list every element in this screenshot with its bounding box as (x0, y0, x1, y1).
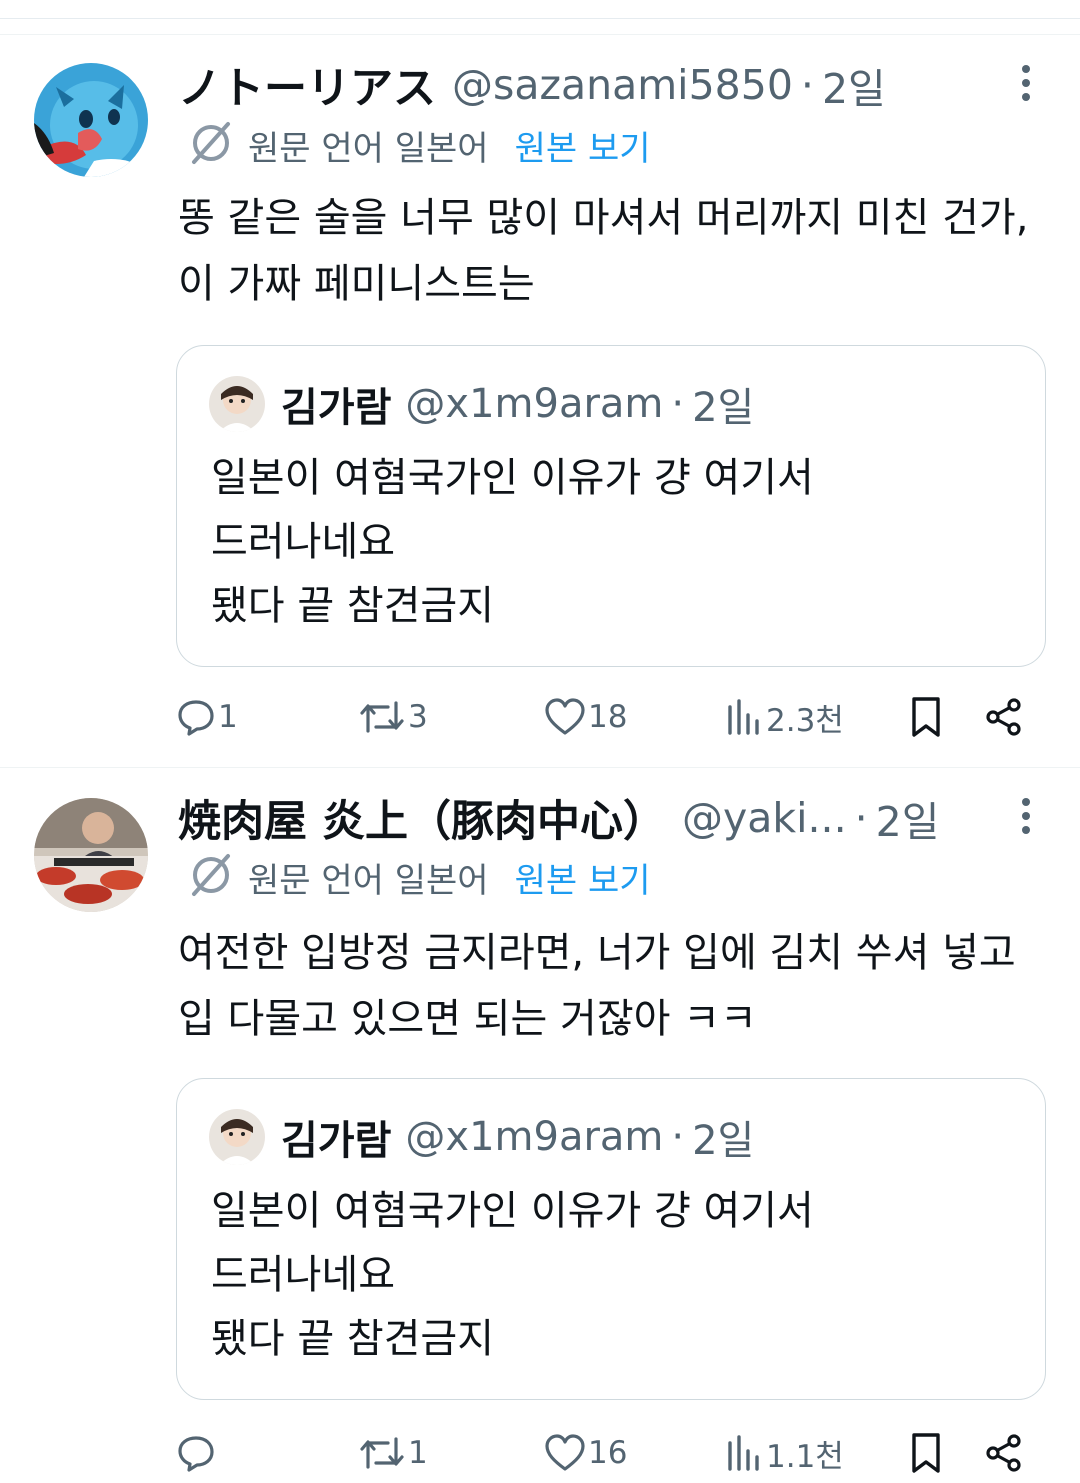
bookmark-icon (906, 1431, 946, 1475)
share-icon (984, 1433, 1024, 1473)
reply-icon (176, 1433, 216, 1473)
bookmark-button[interactable] (906, 687, 946, 747)
separator: · (671, 381, 685, 427)
reply-button[interactable] (176, 1423, 218, 1483)
tweet-header: 焼肉屋 炎上（豚肉中心） @yaki... · 2일 (178, 788, 1020, 848)
heart-icon (544, 1433, 586, 1473)
like-count: 18 (588, 699, 628, 735)
quoted-avatar (209, 376, 265, 432)
share-button[interactable] (984, 1423, 1024, 1483)
translation-note: 원문 언어 일본어 (248, 860, 489, 901)
quoted-text: 일본이 여혐국가인 이유가 걍 여기서 드러나네요 됐다 끝 참견금지 (211, 1179, 814, 1371)
tweet-text: 여전한 입방정 금지라면, 너가 입에 김치 쑤셔 넣고 입 다물고 있으면 되… (178, 930, 1016, 1042)
quoted-display-name: 김가람 (281, 385, 392, 431)
user-handle[interactable]: @yaki... (682, 794, 847, 842)
user-handle[interactable]: @sazanami5850 (452, 61, 793, 109)
tweet[interactable]: ノトーリアス @sazanami5850 · 2일 원문 언어 일본어 원본 보… (0, 35, 1080, 768)
action-bar: 1 16 1.1천 (176, 1423, 1046, 1483)
retweet-icon (358, 697, 406, 737)
quoted-tweet[interactable]: 김가람 @x1m9aram · 2일 일본이 여혐국가인 이유가 걍 여기서 드… (176, 1078, 1046, 1400)
translation-note: 원문 언어 일본어 (248, 128, 489, 169)
like-button[interactable]: 18 (544, 687, 627, 747)
views-button[interactable]: 2.3천 (724, 687, 844, 747)
view-count: 1.1천 (766, 1438, 844, 1475)
more-options-icon[interactable] (1020, 798, 1032, 838)
quoted-display-name: 김가람 (281, 1118, 392, 1164)
retweet-icon (358, 1433, 406, 1473)
action-bar: 1 3 18 2.3천 (176, 687, 1046, 747)
heart-icon (544, 697, 586, 737)
reply-icon (176, 697, 216, 737)
quoted-avatar (209, 1109, 265, 1165)
quoted-line: 됐다 끝 참견금지 (211, 583, 495, 629)
separator: · (854, 794, 868, 842)
more-options-icon[interactable] (1020, 65, 1032, 105)
tweet-header: ノトーリアス @sazanami5850 · 2일 (178, 55, 1020, 115)
avatar[interactable] (34, 63, 148, 177)
display-name[interactable]: ノトーリアス (178, 55, 436, 115)
quoted-handle: @x1m9aram (405, 1114, 664, 1160)
share-icon (984, 697, 1024, 737)
quoted-tweet[interactable]: 김가람 @x1m9aram · 2일 일본이 여혐국가인 이유가 걍 여기서 드… (176, 345, 1046, 667)
quoted-handle: @x1m9aram (405, 381, 664, 427)
timestamp[interactable]: 2일 (876, 788, 940, 848)
quoted-line: 일본이 여혐국가인 이유가 걍 여기서 (211, 455, 814, 501)
tweet-text: 똥 같은 술을 너무 많이 마셔서 머리까지 미친 건가, 이 가짜 페미니스트… (178, 195, 1029, 307)
quoted-line: 됐다 끝 참견금지 (211, 1316, 495, 1362)
quoted-header: 김가람 @x1m9aram · 2일 (281, 1107, 754, 1167)
views-button[interactable]: 1.1천 (724, 1423, 844, 1483)
view-count: 2.3천 (766, 702, 844, 739)
quoted-line: 드러나네요 (211, 519, 395, 565)
quoted-text: 일본이 여혐국가인 이유가 걍 여기서 드러나네요 됐다 끝 참견금지 (211, 446, 814, 638)
quoted-timestamp: 2일 (692, 1118, 755, 1164)
quoted-timestamp: 2일 (692, 385, 755, 431)
retweet-button[interactable]: 3 (358, 687, 428, 747)
bookmark-icon (906, 695, 946, 739)
analytics-icon (724, 697, 764, 737)
quoted-line: 일본이 여혐국가인 이유가 걍 여기서 (211, 1188, 814, 1234)
share-button[interactable] (984, 687, 1024, 747)
like-button[interactable]: 16 (544, 1423, 627, 1483)
quoted-line: 드러나네요 (211, 1252, 395, 1298)
retweet-count: 3 (408, 699, 428, 735)
translate-icon (186, 852, 236, 902)
translate-icon (186, 120, 236, 170)
avatar[interactable] (34, 798, 148, 912)
previous-item-divider (0, 0, 1080, 35)
translation-row: 원문 언어 일본어 원본 보기 (186, 852, 651, 902)
view-original-link[interactable]: 원본 보기 (515, 121, 651, 170)
tweet[interactable]: 焼肉屋 炎上（豚肉中心） @yaki... · 2일 원문 언어 일본어 원본 … (0, 768, 1080, 1479)
retweet-button[interactable]: 1 (358, 1423, 428, 1483)
timestamp[interactable]: 2일 (822, 55, 886, 115)
quoted-header: 김가람 @x1m9aram · 2일 (281, 374, 754, 434)
like-count: 16 (588, 1435, 628, 1471)
reply-count: 1 (218, 699, 238, 735)
analytics-icon (724, 1433, 764, 1473)
display-name[interactable]: 焼肉屋 炎上（豚肉中心） (178, 788, 666, 848)
view-original-link[interactable]: 원본 보기 (515, 853, 651, 902)
separator: · (800, 61, 814, 109)
reply-button[interactable]: 1 (176, 687, 238, 747)
separator: · (671, 1114, 685, 1160)
retweet-count: 1 (408, 1435, 428, 1471)
translation-row: 원문 언어 일본어 원본 보기 (186, 120, 651, 170)
bookmark-button[interactable] (906, 1423, 946, 1483)
